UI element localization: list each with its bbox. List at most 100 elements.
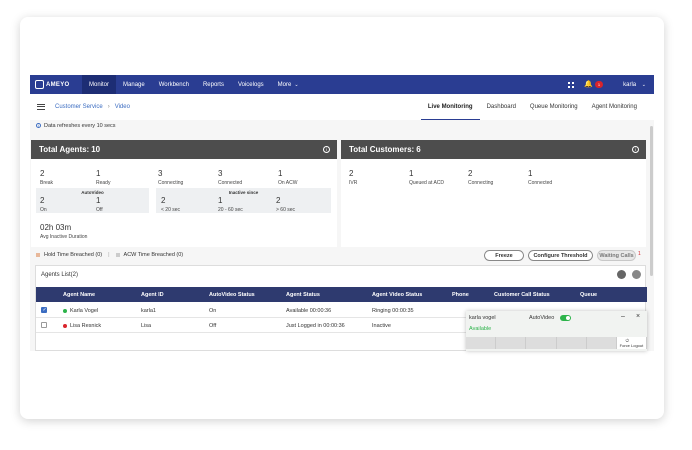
stat-customer-connecting: 2 Connecting — [468, 169, 494, 186]
col-agent-video-status[interactable]: Agent Video Status — [372, 292, 422, 298]
col-agent-name[interactable]: Agent Name — [63, 292, 95, 298]
breadcrumb-sub[interactable]: Video — [115, 104, 130, 110]
nav-more-label: More — [277, 81, 292, 88]
agents-list-title: Agents List(2) — [41, 272, 79, 278]
freeze-button[interactable]: Freeze — [484, 250, 524, 261]
total-agents-title: Total Agents: — [39, 145, 90, 154]
info-icon: i — [36, 123, 41, 128]
col-queue[interactable]: Queue — [580, 292, 597, 298]
apps-grid-icon[interactable] — [568, 81, 575, 88]
nav-voicelogs[interactable]: Voicelogs — [231, 75, 271, 94]
stat-queued: 1 Queued at ACD — [409, 169, 445, 186]
tab-live-monitoring[interactable]: Live Monitoring — [420, 94, 480, 120]
widget-action-5[interactable] — [587, 337, 617, 349]
total-customers-header: Total Customers: 6 i — [341, 140, 646, 159]
acw-legend-label: ACW Time Breached (0) — [123, 252, 184, 258]
row-checkbox[interactable] — [41, 307, 47, 313]
cell-agent-id: Lisa — [141, 323, 152, 329]
nav-manage[interactable]: Manage — [116, 75, 152, 94]
waiting-calls-button[interactable]: Waiting Calls — [597, 250, 636, 261]
stat-connected: 3 Connected — [218, 169, 243, 186]
filter-icon[interactable] — [617, 270, 626, 279]
stat-inactive-lt20: 2 < 20 sec — [161, 196, 181, 213]
cell-autovideo: Off — [209, 323, 217, 329]
col-agent-status[interactable]: Agent Status — [286, 292, 320, 298]
stat-autovideo-on: 2 On — [40, 196, 47, 213]
columns-icon[interactable] — [632, 270, 641, 279]
cell-agent-name: Lisa Resnick — [70, 323, 102, 329]
autovideo-title: AutoVideo — [81, 190, 104, 195]
widget-action-4[interactable] — [557, 337, 587, 349]
agent-status-widget: karla vogel AutoVideo – × Available ⏻ Fo… — [466, 311, 648, 351]
force-logout-button[interactable]: ⏻ Force Logout — [616, 337, 648, 349]
page-scrollbar[interactable] — [650, 126, 653, 276]
widget-action-3[interactable] — [526, 337, 557, 349]
widget-status[interactable]: Available — [469, 326, 491, 332]
breadcrumb-campaign[interactable]: Customer Service — [55, 104, 103, 110]
user-name: karla — [623, 81, 637, 88]
logo-icon — [35, 80, 44, 89]
top-navbar: AMEYO Monitor Manage Workbench Reports V… — [30, 75, 654, 94]
app-logo[interactable]: AMEYO — [30, 75, 82, 94]
stat-inactive-20-60: 1 20 - 60 sec — [218, 196, 243, 213]
force-logout-label: Force Logout — [619, 343, 644, 348]
total-agents-header: Total Agents: 10 i — [31, 140, 337, 159]
stat-break: 2 Break — [40, 169, 54, 186]
widget-user-name: karla vogel — [469, 315, 496, 321]
info-icon[interactable]: i — [632, 146, 639, 153]
cell-agent-status: Available 00:00:36 — [286, 308, 332, 314]
inactive-since-title: Inactive since — [228, 190, 259, 195]
total-customers-title: Total Customers: — [349, 145, 415, 154]
widget-action-1[interactable] — [466, 337, 497, 349]
col-autovideo-status[interactable]: AutoVideo Status — [209, 292, 255, 298]
total-agents-count: 10 — [91, 145, 101, 154]
stat-autovideo-off: 1 Off — [96, 196, 103, 213]
monitor-tabs: Live Monitoring Dashboard Queue Monitori… — [420, 94, 644, 120]
stat-customer-connected: 1 Connected — [528, 169, 553, 186]
total-customers-count: 6 — [416, 145, 421, 154]
stat-ivr: 2 IVR — [349, 169, 358, 186]
minimize-icon[interactable]: – — [621, 313, 625, 320]
autovideo-box: AutoVideo 2 On 1 Off — [36, 188, 149, 213]
notification-badge: 1 — [594, 81, 604, 88]
breach-legend: Hold Time Breached (0) | ACW Time Breach… — [36, 252, 183, 258]
hold-swatch — [36, 253, 40, 257]
legend-divider: | — [108, 252, 110, 258]
col-agent-id[interactable]: Agent ID — [141, 292, 164, 298]
total-customers-panel: Total Customers: 6 i 2 IVR 1 Queued at ACD… — [341, 140, 646, 247]
tab-queue-monitoring[interactable]: Queue Monitoring — [523, 94, 585, 120]
page-header: Customer Service › Video Live Monitoring… — [30, 94, 654, 120]
widget-autovideo-label: AutoVideo — [529, 315, 555, 321]
total-agents-panel: Total Agents: 10 i 2 Break 1 Ready 3 Connec… — [31, 140, 337, 247]
agents-table-header: Agent Name Agent ID AutoVideo Status Age… — [36, 287, 647, 302]
hold-legend-label: Hold Time Breached (0) — [44, 252, 103, 258]
cell-agent-id: karla1 — [141, 308, 156, 314]
status-dot-icon — [63, 323, 67, 328]
nav-workbench[interactable]: Workbench — [152, 75, 196, 94]
tab-dashboard[interactable]: Dashboard — [480, 94, 523, 120]
stat-avg-inactive: 02h 03m Avg Inactive Duration — [40, 223, 88, 240]
close-icon[interactable]: × — [636, 313, 640, 320]
user-menu[interactable]: karla ⌄ — [623, 82, 646, 88]
chevron-right-icon: › — [107, 104, 110, 110]
info-icon[interactable]: i — [323, 146, 330, 153]
status-dot-icon — [63, 308, 67, 313]
nav-reports[interactable]: Reports — [196, 75, 231, 94]
nav-more[interactable]: More ⌄ — [271, 75, 306, 94]
configure-threshold-button[interactable]: Configure Threshold — [528, 250, 593, 261]
widget-action-2[interactable] — [496, 337, 527, 349]
col-customer-call-status[interactable]: Customer Call Status — [494, 292, 550, 298]
acw-swatch — [115, 253, 120, 257]
widget-action-bar: ⏻ Force Logout — [466, 337, 648, 349]
stat-on-acw: 1 On ACW — [278, 169, 298, 186]
hamburger-menu-icon[interactable] — [37, 104, 45, 110]
col-phone[interactable]: Phone — [452, 292, 469, 298]
tab-agent-monitoring[interactable]: Agent Monitoring — [585, 94, 644, 120]
bell-icon[interactable]: 🔔 — [584, 81, 593, 88]
nav-monitor[interactable]: Monitor — [82, 75, 117, 94]
cell-agent-name: Karla Vogel — [70, 308, 99, 314]
chevron-down-icon: ⌄ — [294, 81, 299, 88]
autovideo-toggle[interactable] — [560, 315, 571, 321]
row-checkbox[interactable] — [41, 322, 47, 328]
inactive-since-box: Inactive since 2 < 20 sec 1 20 - 60 sec 2 >… — [156, 188, 331, 213]
